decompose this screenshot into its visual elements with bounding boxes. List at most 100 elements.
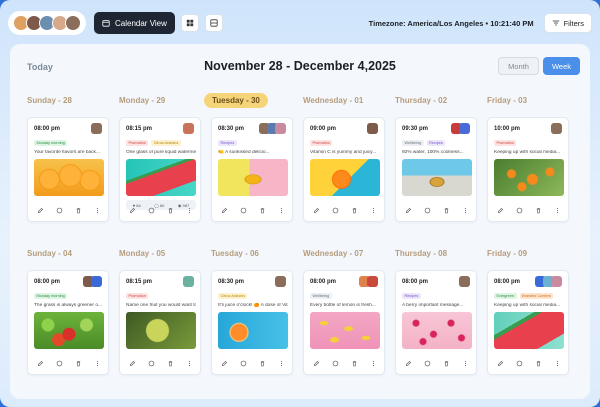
delete-button[interactable] [443, 359, 451, 367]
post-image[interactable] [34, 159, 104, 196]
more-button[interactable] [278, 359, 286, 367]
post-image[interactable] [310, 312, 380, 349]
post-image[interactable] [126, 312, 196, 349]
post-card[interactable]: 10:00 pm Promotion Keeping up with socia… [487, 117, 569, 222]
edit-button[interactable] [312, 206, 320, 214]
post-caption: The grass is always greener o... [34, 303, 102, 308]
comment-button[interactable] [423, 206, 431, 214]
week-view-button[interactable]: Week [542, 57, 580, 75]
more-button[interactable] [462, 359, 470, 367]
delete-icon [168, 360, 173, 366]
edit-icon [221, 360, 227, 366]
comment-button[interactable] [239, 206, 247, 214]
edit-button[interactable] [128, 206, 136, 214]
edit-button[interactable] [496, 359, 504, 367]
comment-icon [56, 207, 63, 213]
edit-button[interactable] [404, 359, 412, 367]
delete-icon [260, 360, 265, 366]
edit-icon [497, 207, 503, 213]
edit-button[interactable] [312, 359, 320, 367]
post-image[interactable] [218, 159, 288, 196]
delete-button[interactable] [535, 206, 543, 214]
more-button[interactable] [186, 206, 194, 214]
post-card[interactable]: 09:30 pm Wellbeing Recipes 92% water, 100… [395, 117, 477, 222]
comment-icon [516, 360, 523, 366]
calendar-view-button[interactable]: Calendar View [94, 12, 175, 34]
more-button[interactable] [186, 359, 194, 367]
post-actions [36, 206, 102, 214]
more-button[interactable] [370, 359, 378, 367]
edit-button[interactable] [36, 206, 44, 214]
post-image[interactable] [402, 312, 472, 349]
comment-button[interactable] [331, 359, 339, 367]
post-card[interactable]: 08:00 pm Wellbeing Every bottle of lemon… [303, 270, 385, 375]
comment-button[interactable] [55, 206, 63, 214]
comment-button[interactable] [331, 206, 339, 214]
post-image[interactable] [34, 312, 104, 349]
edit-button[interactable] [496, 206, 504, 214]
post-card[interactable]: 08:00 pm Recipes A berry important messa… [395, 270, 477, 375]
delete-button[interactable] [75, 206, 83, 214]
more-button[interactable] [462, 206, 470, 214]
edit-button[interactable] [128, 359, 136, 367]
delete-button[interactable] [351, 359, 359, 367]
comment-button[interactable] [515, 206, 523, 214]
comment-button[interactable] [515, 359, 523, 367]
post-card[interactable]: 08:00 pm Monday morning The grass is alw… [27, 270, 109, 375]
more-button[interactable] [554, 359, 562, 367]
comment-icon [56, 360, 63, 366]
delete-button[interactable] [535, 359, 543, 367]
comment-button[interactable] [147, 206, 155, 214]
edit-button[interactable] [220, 206, 228, 214]
post-image[interactable] [126, 159, 196, 196]
more-button[interactable] [370, 206, 378, 214]
post-card[interactable]: 08:30 pm Recipes 🍋 A sunkissed delicio..… [211, 117, 293, 222]
delete-button[interactable] [351, 206, 359, 214]
post-tags: Monday morning [34, 140, 68, 147]
edit-button[interactable] [36, 359, 44, 367]
day-header: Monday - 29 [119, 96, 166, 105]
delete-button[interactable] [443, 206, 451, 214]
delete-button[interactable] [75, 359, 83, 367]
post-image[interactable] [402, 159, 472, 196]
more-button[interactable] [94, 359, 102, 367]
post-time: 08:00 pm [402, 279, 429, 285]
post-tags: Recipes [402, 293, 421, 300]
post-actions [36, 359, 102, 367]
comment-icon [424, 360, 431, 366]
delete-button[interactable] [259, 359, 267, 367]
filters-button[interactable]: Filters [543, 13, 592, 33]
more-button[interactable] [554, 206, 562, 214]
post-tag: Monday morning [34, 293, 68, 300]
comment-button[interactable] [147, 359, 155, 367]
post-card[interactable]: 08:00 pm Monday morning Your favorite fl… [27, 117, 109, 222]
list-view-button[interactable] [204, 14, 223, 32]
post-card[interactable]: 08:15 pm Promotion Citrus Araloins One gl… [119, 117, 201, 222]
avatar[interactable] [65, 15, 81, 31]
delete-button[interactable] [167, 206, 175, 214]
delete-button[interactable] [167, 359, 175, 367]
post-tags: Recipes [218, 140, 237, 147]
post-image[interactable] [494, 312, 564, 349]
comment-button[interactable] [239, 359, 247, 367]
month-view-button[interactable]: Month [498, 57, 539, 75]
post-tag: Monday morning [34, 140, 68, 147]
post-card[interactable]: 08:30 pm Citrus Araloins It's juice o'cl… [211, 270, 293, 375]
comment-button[interactable] [55, 359, 63, 367]
edit-button[interactable] [220, 359, 228, 367]
comment-button[interactable] [423, 359, 431, 367]
more-button[interactable] [278, 206, 286, 214]
more-button[interactable] [94, 206, 102, 214]
post-card[interactable]: 08:15 pm Promotion Name one fruit you wo… [119, 270, 201, 375]
edit-button[interactable] [404, 206, 412, 214]
post-card[interactable]: 09:00 pm Promotion Vitamin C is yummy an… [303, 117, 385, 222]
post-image[interactable] [310, 159, 380, 196]
account-avatar [275, 276, 286, 287]
team-avatars[interactable] [8, 11, 86, 35]
delete-button[interactable] [259, 206, 267, 214]
grid-view-button[interactable] [180, 14, 199, 32]
post-image[interactable] [218, 312, 288, 349]
post-card[interactable]: 08:00 pm Evergreen Branded Content Keepin… [487, 270, 569, 375]
filter-icon [552, 20, 559, 26]
post-image[interactable] [494, 159, 564, 196]
